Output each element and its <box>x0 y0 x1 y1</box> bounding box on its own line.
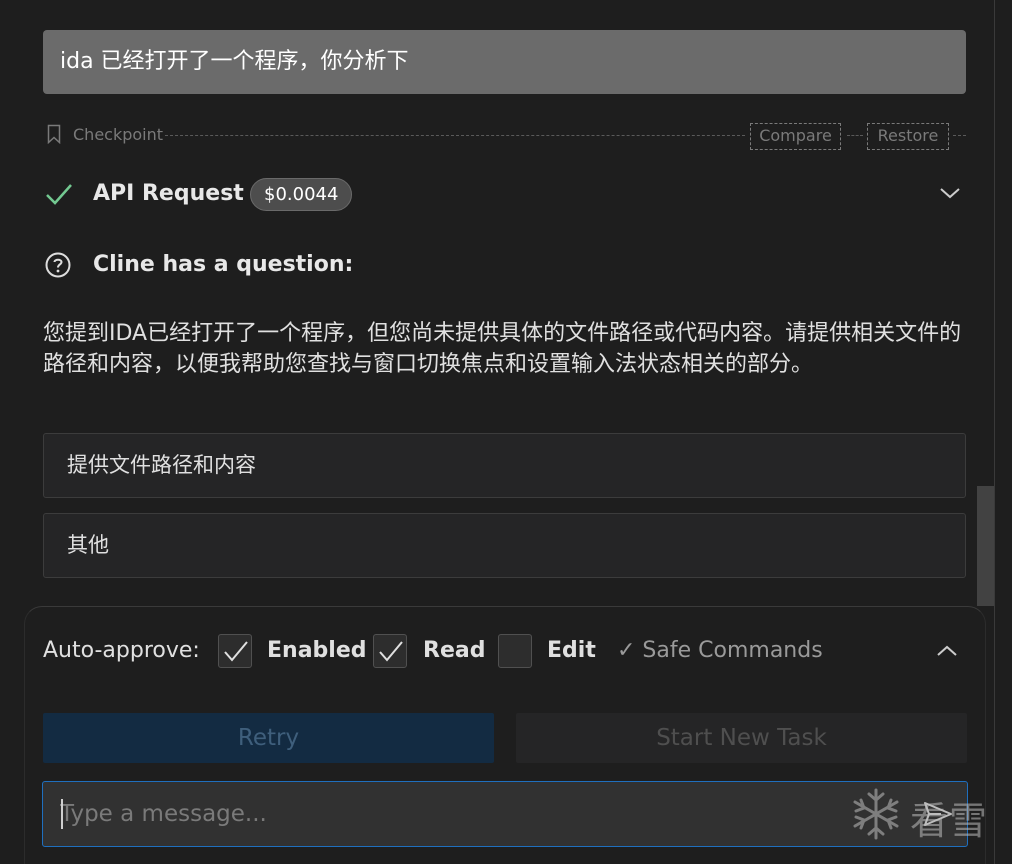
enabled-checkbox[interactable] <box>218 634 252 668</box>
scrollbar-track <box>994 0 995 864</box>
enabled-label: Enabled <box>267 638 367 663</box>
watermark-text: 看雪 <box>910 799 989 843</box>
checkpoint-row: Checkpoint Compare Restore <box>43 120 966 152</box>
checkpoint-divider <box>165 135 745 136</box>
auto-approve-bar: Auto-approve: Enabled Read Edit ✓ Safe C… <box>43 630 966 674</box>
read-checkbox[interactable] <box>373 634 407 668</box>
bookmark-icon <box>47 124 61 144</box>
read-label: Read <box>423 638 486 663</box>
checkmark-icon <box>379 641 403 662</box>
message-input[interactable] <box>60 782 840 846</box>
api-request-label: API Request <box>93 181 244 206</box>
check-icon <box>46 184 72 205</box>
chevron-up-icon[interactable] <box>936 643 958 659</box>
question-title: Cline has a question: <box>93 252 354 277</box>
start-new-task-button[interactable]: Start New Task <box>516 713 967 763</box>
edit-label: Edit <box>547 638 596 663</box>
message-input-container <box>42 781 968 847</box>
scrollbar-thumb[interactable] <box>977 486 994 606</box>
restore-button[interactable]: Restore <box>867 123 949 150</box>
checkpoint-divider <box>847 135 863 136</box>
api-request-row[interactable]: API Request $0.0044 <box>43 170 966 220</box>
question-header: Cline has a question: <box>43 245 966 285</box>
chevron-down-icon[interactable] <box>939 185 961 201</box>
cost-badge: $0.0044 <box>250 178 353 211</box>
checkpoint-divider <box>953 135 966 136</box>
option-button-provide-path[interactable]: 提供文件路径和内容 <box>43 433 966 498</box>
user-message: ida 已经打开了一个程序，你分析下 <box>43 30 966 94</box>
option-button-other[interactable]: 其他 <box>43 513 966 578</box>
question-text: 您提到IDA已经打开了一个程序，但您尚未提供具体的文件路径或代码内容。请提供相关… <box>43 321 962 377</box>
retry-button[interactable]: Retry <box>43 713 494 763</box>
auto-approve-label: Auto-approve: <box>43 638 200 663</box>
snowflake-icon <box>853 788 899 840</box>
checkpoint-label: Checkpoint <box>73 125 164 144</box>
question-circle-icon <box>45 252 71 278</box>
watermark: 看雪 <box>848 786 998 843</box>
compare-button[interactable]: Compare <box>750 123 841 150</box>
checkmark-icon <box>224 641 248 662</box>
safe-commands-label: ✓ Safe Commands <box>617 638 823 663</box>
text-caret <box>61 799 63 829</box>
edit-checkbox[interactable] <box>498 634 532 668</box>
